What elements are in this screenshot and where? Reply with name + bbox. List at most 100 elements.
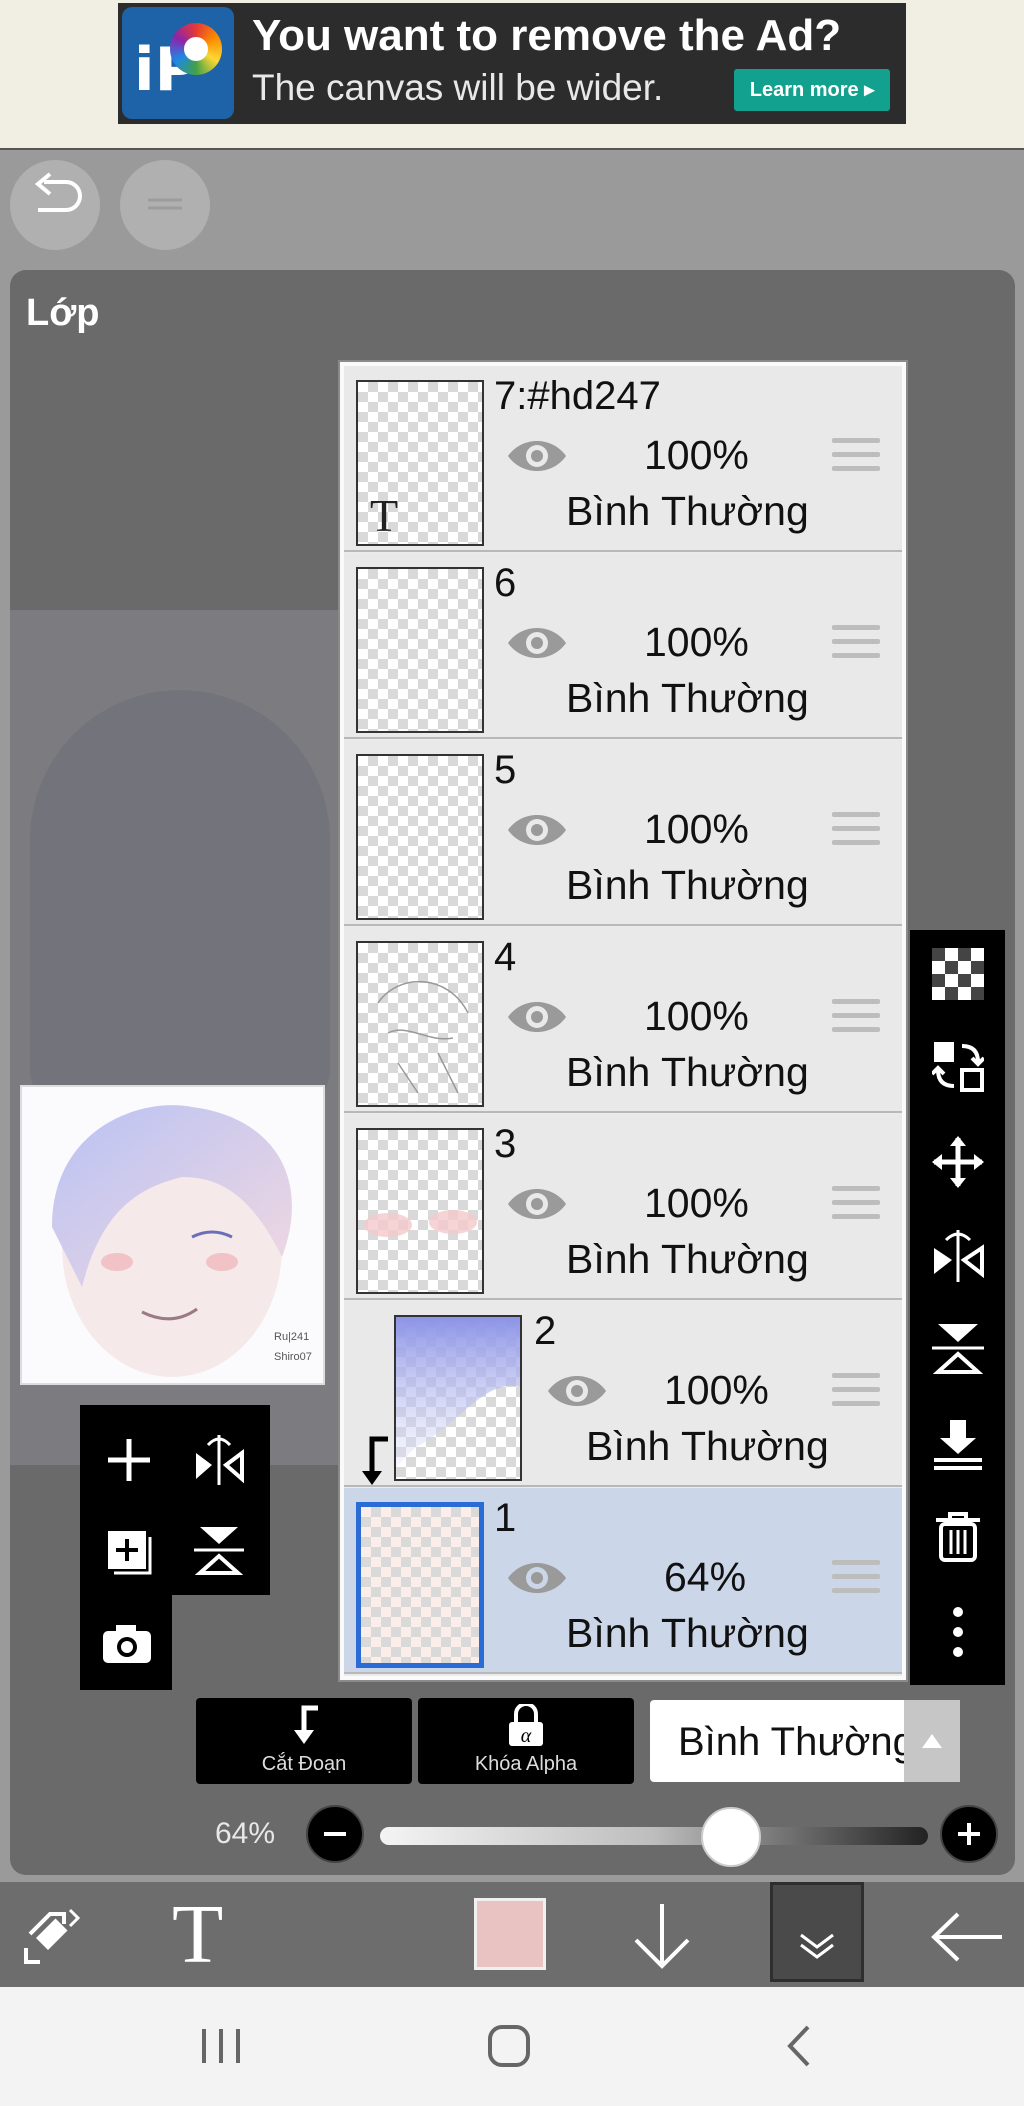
plus-icon — [958, 1823, 980, 1845]
drag-handle-icon[interactable] — [832, 1560, 880, 1600]
camera-icon[interactable] — [100, 1617, 154, 1671]
layer-row-5[interactable]: 5 100% Bình Thường — [344, 740, 902, 926]
transform-layers-icon[interactable] — [932, 1040, 984, 1092]
clipping-arrow-icon — [294, 1705, 318, 1744]
learn-more-button[interactable]: Learn more ▸ — [734, 69, 890, 111]
layer-row-3[interactable]: 3 100% Bình Thường — [344, 1114, 902, 1300]
clipping-button[interactable]: Cắt Đoạn — [196, 1698, 412, 1784]
visibility-eye-icon[interactable] — [506, 623, 568, 663]
back-icon[interactable] — [776, 2021, 826, 2071]
layer-panel: Lớp Ru|241 Shiro07 T 7:#hd247 100% Bình … — [10, 270, 1015, 1875]
visibility-eye-icon[interactable] — [506, 1558, 568, 1598]
color-swatch[interactable] — [474, 1898, 546, 1970]
system-nav-bar — [0, 1987, 1024, 2106]
layer-thumbnail — [394, 1315, 522, 1481]
more-vertical-icon[interactable] — [932, 1606, 984, 1658]
layer-thumbnail: T — [356, 380, 484, 546]
svg-text:α: α — [521, 1725, 532, 1747]
flip-vertical-icon[interactable] — [932, 1322, 984, 1374]
layer-name: 7:#hd247 — [494, 374, 661, 418]
back-arrow-icon[interactable] — [930, 1912, 1004, 1962]
drag-handle-icon[interactable] — [832, 999, 880, 1039]
layer-thumbnail — [356, 754, 484, 920]
plus-icon[interactable] — [102, 1433, 156, 1487]
layer-thumbnail — [356, 941, 484, 1107]
opacity-label: 64% — [215, 1817, 276, 1850]
ad-subtitle: The canvas will be wider. — [252, 67, 664, 108]
undo-icon — [34, 172, 82, 212]
right-toolbar — [910, 930, 1005, 1685]
opacity-slider-track[interactable] — [380, 1827, 928, 1845]
visibility-eye-icon[interactable] — [506, 997, 568, 1037]
left-toolbar — [80, 1405, 270, 1690]
layer-opacity: 64% — [664, 1554, 747, 1600]
layer-thumbnail — [356, 1128, 484, 1294]
trash-icon[interactable] — [932, 1510, 984, 1562]
layer-thumbnail — [356, 1502, 484, 1668]
merge-down-icon[interactable] — [932, 1418, 984, 1470]
opacity-slider-thumb[interactable] — [700, 1807, 761, 1867]
layer-blend-mode: Bình Thường — [566, 1610, 809, 1656]
drag-handle-icon[interactable] — [832, 438, 880, 478]
blend-mode-select[interactable]: Bình Thường — [650, 1700, 960, 1782]
visibility-eye-icon[interactable] — [546, 1371, 608, 1411]
blend-mode-value: Bình Thường — [678, 1720, 915, 1764]
layer-name: 6 — [494, 561, 517, 605]
opacity-minus-button[interactable] — [306, 1805, 364, 1863]
move-icon[interactable] — [932, 1136, 984, 1188]
alpha-lock-label: Khóa Alpha — [474, 1753, 578, 1775]
drag-handle-icon[interactable] — [832, 1186, 880, 1226]
add-layer-icon[interactable] — [102, 1523, 156, 1577]
layer-name: 4 — [494, 935, 517, 979]
visibility-eye-icon[interactable] — [506, 436, 568, 476]
canvas-preview[interactable]: Ru|241 Shiro07 — [20, 1085, 325, 1385]
checkerboard-icon[interactable] — [932, 948, 984, 1000]
layers-toggle-button[interactable] — [770, 1882, 864, 1982]
layer-opacity: 100% — [644, 432, 749, 478]
drag-handle-icon[interactable] — [832, 1373, 880, 1413]
alpha-lock-button[interactable]: α Khóa Alpha — [418, 1698, 634, 1784]
drag-handle-icon[interactable] — [832, 625, 880, 665]
triangle-up-icon — [922, 1734, 942, 1748]
visibility-eye-icon[interactable] — [506, 810, 568, 850]
layer-row-6[interactable]: 6 100% Bình Thường — [344, 553, 902, 739]
opacity-plus-button[interactable] — [940, 1805, 998, 1863]
text-layer-icon: T — [370, 490, 399, 541]
layer-blend-mode: Bình Thường — [566, 862, 809, 908]
layer-thumbnail — [356, 567, 484, 733]
layer-row-7[interactable]: T 7:#hd247 100% Bình Thường — [344, 366, 902, 552]
flip-horizontal-icon[interactable] — [192, 1433, 246, 1487]
clipping-arrow-icon — [362, 1436, 388, 1485]
clipping-label: Cắt Đoạn — [261, 1753, 347, 1775]
layer-row-4[interactable]: 4 100% Bình Thường — [344, 927, 902, 1113]
arrow-down-icon[interactable] — [630, 1900, 694, 1972]
visibility-eye-icon[interactable] — [506, 1184, 568, 1224]
ad-banner[interactable]: iP You want to remove the Ad? The canvas… — [118, 3, 906, 124]
flip-vertical-icon[interactable] — [192, 1523, 246, 1577]
swap-icon[interactable] — [20, 1904, 86, 1970]
ad-area: iP You want to remove the Ad? The canvas… — [0, 0, 1024, 150]
layer-name: 5 — [494, 748, 517, 792]
layer-name: 3 — [494, 1122, 517, 1166]
layer-blend-mode: Bình Thường — [566, 1236, 809, 1282]
redo-icon — [148, 198, 182, 210]
drag-handle-icon[interactable] — [832, 812, 880, 852]
layer-opacity: 100% — [664, 1367, 769, 1413]
blend-mode-arrow[interactable] — [904, 1700, 960, 1782]
layer-row-2[interactable]: 2 100% Bình Thường — [344, 1301, 902, 1487]
ad-title: You want to remove the Ad? — [252, 11, 842, 60]
flip-horizontal-icon[interactable] — [932, 1230, 984, 1282]
redo-button[interactable] — [120, 160, 210, 250]
alpha-lock-icon: α — [509, 1704, 543, 1747]
layer-blend-mode: Bình Thường — [586, 1423, 829, 1469]
layer-blend-mode: Bình Thường — [566, 488, 809, 534]
layer-row-1[interactable]: 1 64% Bình Thường — [344, 1488, 902, 1674]
layer-opacity: 100% — [644, 993, 749, 1039]
text-tool-icon[interactable]: T — [172, 1886, 223, 1983]
recent-apps-icon[interactable] — [196, 2021, 246, 2071]
layers-list: T 7:#hd247 100% Bình Thường 6 100% Bình … — [340, 362, 906, 1680]
panel-title: Lớp — [26, 292, 100, 334]
home-icon[interactable] — [484, 2021, 534, 2071]
chevron-double-down-icon — [800, 1933, 834, 1959]
undo-button[interactable] — [10, 160, 100, 250]
